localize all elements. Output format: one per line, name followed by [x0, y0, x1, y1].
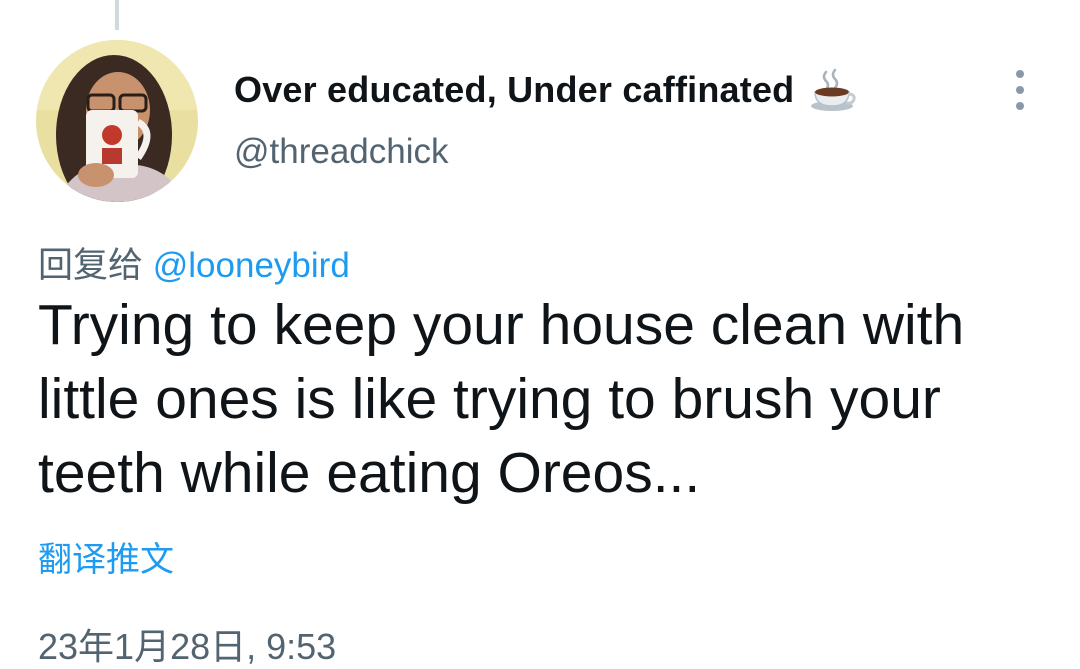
- thread-connector-line: [115, 0, 119, 30]
- tweet-card: Over educated, Under caffinated @threadc…: [0, 0, 1080, 669]
- menu-dot: [1016, 70, 1024, 78]
- reply-mention-link[interactable]: @looneybird: [153, 246, 350, 285]
- reply-prefix: 回复给: [38, 246, 144, 285]
- author-name-row[interactable]: Over educated, Under caffinated: [234, 66, 856, 114]
- menu-dot: [1016, 102, 1024, 110]
- tweet-text: Trying to keep your house clean with lit…: [38, 293, 965, 505]
- menu-dot: [1016, 86, 1024, 94]
- translate-tweet-link[interactable]: 翻译推文: [38, 532, 174, 581]
- avatar[interactable]: [36, 40, 198, 202]
- avatar-photo: [36, 40, 198, 202]
- coffee-cup-icon: [808, 66, 856, 114]
- more-vertical-icon[interactable]: [1004, 66, 1036, 114]
- reply-context: 回复给 @looneybird: [38, 237, 350, 288]
- tweet-timestamp[interactable]: 23年1月28日, 9:53: [38, 618, 336, 669]
- user-handle[interactable]: @threadchick: [234, 132, 449, 172]
- display-name[interactable]: Over educated, Under caffinated: [234, 69, 794, 111]
